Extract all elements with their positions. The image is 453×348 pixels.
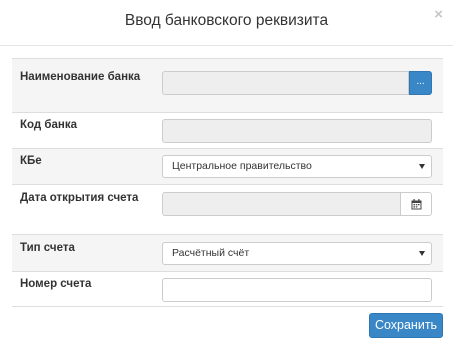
open-date-group bbox=[162, 192, 432, 216]
row-bank-name: Наименование банка ... bbox=[12, 58, 443, 112]
kbe-label: КБе bbox=[20, 155, 42, 167]
open-date-label: Дата открытия счета bbox=[20, 192, 139, 204]
close-icon[interactable]: × bbox=[434, 7, 443, 22]
row-bank-code: Код банка bbox=[12, 112, 443, 148]
bank-details-dialog: Ввод банковского реквизита × Наименовани… bbox=[0, 0, 453, 348]
account-type-selected-value: Расчётный счёт bbox=[172, 247, 250, 259]
open-date-input[interactable] bbox=[162, 192, 401, 216]
bank-code-input[interactable] bbox=[162, 119, 432, 143]
row-kbe: КБе Центральное правительство bbox=[12, 148, 443, 184]
account-type-select[interactable]: Расчётный счёт bbox=[162, 242, 432, 265]
account-number-input[interactable] bbox=[162, 278, 432, 302]
caret-down-icon bbox=[419, 251, 425, 256]
calendar-icon bbox=[411, 198, 421, 209]
caret-down-icon bbox=[419, 164, 425, 169]
dialog-header: Ввод банковского реквизита × bbox=[0, 0, 453, 46]
save-button[interactable]: Сохранить bbox=[369, 313, 443, 338]
account-number-label: Номер счета bbox=[20, 278, 92, 290]
bank-details-form: Наименование банка ... Код банка КБе Цен… bbox=[12, 58, 443, 307]
kbe-selected-value: Центральное правительство bbox=[172, 160, 312, 172]
bank-code-label: Код банка bbox=[20, 119, 77, 131]
row-account-number: Номер счета bbox=[12, 271, 443, 307]
account-type-label: Тип счета bbox=[20, 242, 75, 254]
row-account-type: Тип счета Расчётный счёт bbox=[12, 234, 443, 271]
bank-name-group: ... bbox=[162, 71, 432, 95]
date-picker-button[interactable] bbox=[401, 192, 432, 216]
kbe-select[interactable]: Центральное правительство bbox=[162, 155, 432, 178]
dialog-title: Ввод банковского реквизита bbox=[124, 12, 329, 29]
bank-name-label: Наименование банка bbox=[20, 71, 141, 83]
bank-lookup-button[interactable]: ... bbox=[409, 71, 432, 95]
bank-name-input[interactable] bbox=[162, 71, 409, 95]
row-open-date: Дата открытия счета bbox=[12, 184, 443, 234]
